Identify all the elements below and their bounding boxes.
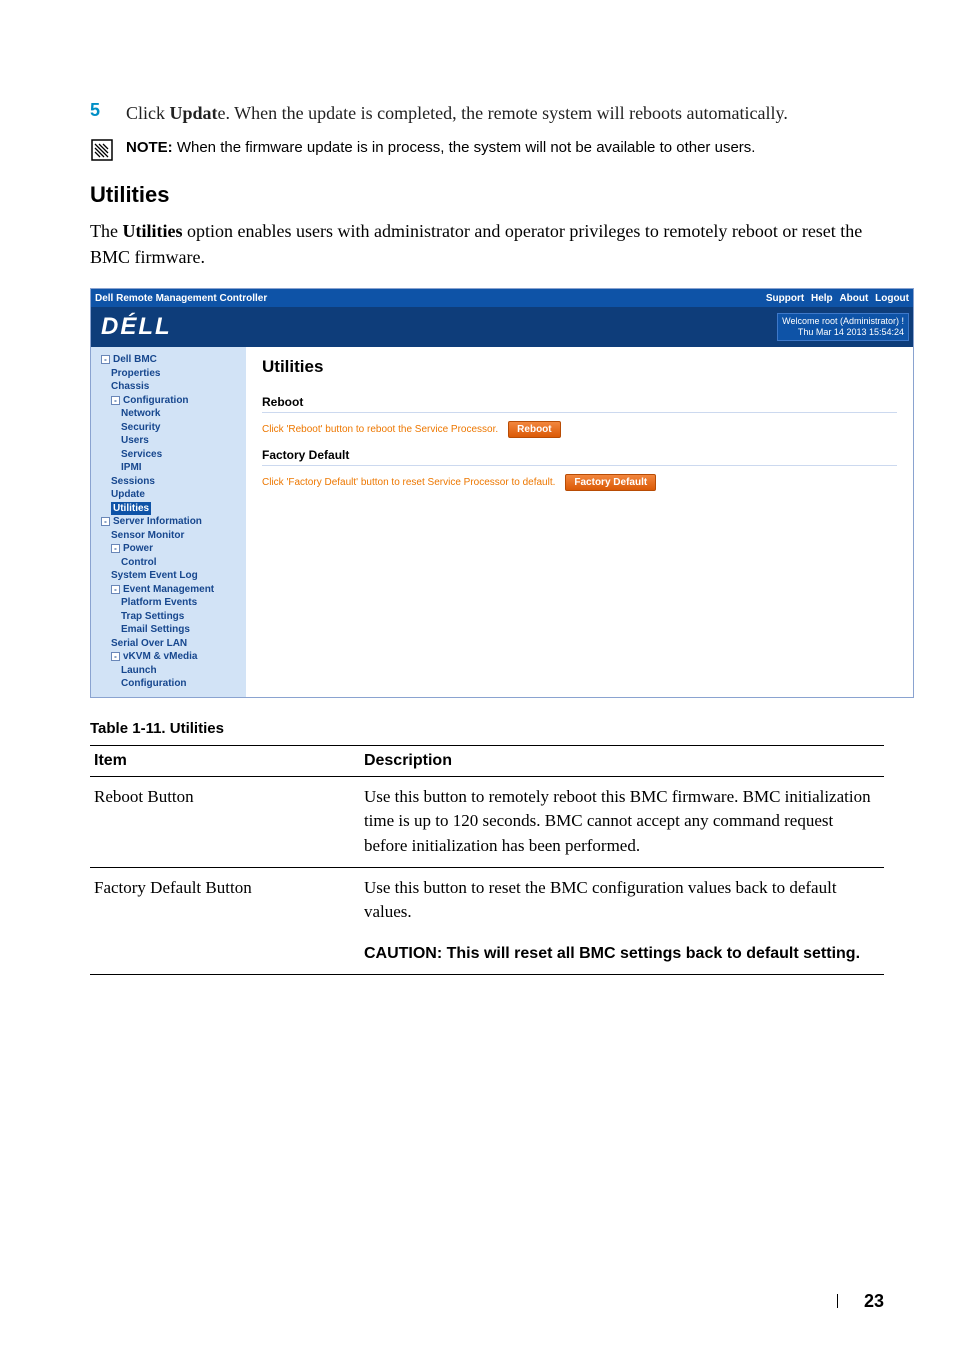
nav-event-mgmt[interactable]: -Event Management	[95, 583, 242, 597]
shot-main: Utilities Reboot Click 'Reboot' button t…	[246, 347, 913, 697]
step-text-bold: Updat	[170, 103, 218, 123]
embedded-screenshot: Dell Remote Management Controller Suppor…	[90, 288, 914, 698]
reboot-button[interactable]: Reboot	[508, 421, 560, 438]
utilities-heading: Utilities	[90, 182, 884, 208]
shot-topbar: Dell Remote Management Controller Suppor…	[91, 289, 913, 307]
link-about[interactable]: About	[839, 293, 868, 304]
nav-sys-event-log[interactable]: System Event Log	[95, 569, 242, 583]
nav-ipmi[interactable]: IPMI	[95, 461, 242, 475]
shot-main-title: Utilities	[262, 357, 897, 377]
link-support[interactable]: Support	[766, 293, 804, 304]
nav-server-info-label: Server Information	[113, 516, 202, 527]
step-text: Click Update. When the update is complet…	[126, 100, 788, 126]
utilities-paragraph: The Utilities option enables users with …	[90, 218, 884, 270]
factory-default-heading: Factory Default	[262, 448, 897, 466]
collapse-icon[interactable]: -	[101, 517, 110, 526]
table-caption: Table 1-11. Utilities	[90, 720, 884, 737]
page-bar-icon	[837, 1294, 838, 1308]
th-description: Description	[360, 745, 884, 776]
welcome-box: Welcome root (Administrator) ! Thu Mar 1…	[777, 313, 909, 341]
para-b: option enables users with administrator …	[90, 221, 862, 267]
welcome-line1: Welcome root (Administrator) !	[782, 316, 904, 327]
link-help[interactable]: Help	[811, 293, 833, 304]
shot-body: -Dell BMC Properties Chassis -Configurat…	[91, 347, 913, 697]
nav-event-mgmt-label: Event Management	[123, 584, 214, 595]
collapse-icon[interactable]: -	[111, 585, 120, 594]
nav-launch[interactable]: Launch	[95, 664, 242, 678]
collapse-icon[interactable]: -	[101, 355, 110, 364]
nav-vkvm[interactable]: -vKVM & vMedia	[95, 650, 242, 664]
table-header-row: Item Description	[90, 745, 884, 776]
step-text-a: Click	[126, 103, 170, 123]
para-a: The	[90, 221, 122, 241]
nav-email-settings[interactable]: Email Settings	[95, 623, 242, 637]
nav-power[interactable]: -Power	[95, 542, 242, 556]
nav-properties[interactable]: Properties	[95, 367, 242, 381]
nav-utilities[interactable]: Utilities	[95, 502, 242, 516]
page-number: 23	[837, 1291, 884, 1312]
table-row: Factory Default Button Use this button t…	[90, 867, 884, 933]
note-label: NOTE:	[126, 139, 173, 156]
note-body: NOTE: When the firmware update is in pro…	[126, 138, 755, 158]
nav-configuration[interactable]: -Configuration	[95, 394, 242, 408]
nav-security[interactable]: Security	[95, 421, 242, 435]
shot-nav: -Dell BMC Properties Chassis -Configurat…	[91, 347, 246, 697]
reboot-text: Click 'Reboot' button to reboot the Serv…	[262, 424, 498, 435]
factory-default-text: Click 'Factory Default' button to reset …	[262, 477, 555, 488]
nav-chassis[interactable]: Chassis	[95, 380, 242, 394]
nav-sensor-monitor[interactable]: Sensor Monitor	[95, 529, 242, 543]
cell-desc-1: Use this button to reset the BMC configu…	[360, 867, 884, 933]
note-text: When the firmware update is in process, …	[173, 139, 756, 156]
note-row: NOTE: When the firmware update is in pro…	[90, 138, 884, 162]
nav-services[interactable]: Services	[95, 448, 242, 462]
welcome-line2: Thu Mar 14 2013 15:54:24	[782, 327, 904, 338]
factory-default-button[interactable]: Factory Default	[565, 474, 656, 491]
dell-logo: DÉLL	[101, 313, 172, 341]
nav-power-label: Power	[123, 543, 153, 554]
factory-default-row: Click 'Factory Default' button to reset …	[262, 474, 897, 491]
nav-network[interactable]: Network	[95, 407, 242, 421]
nav-sessions[interactable]: Sessions	[95, 475, 242, 489]
nav-vkvm-label: vKVM & vMedia	[123, 651, 197, 662]
link-logout[interactable]: Logout	[875, 293, 909, 304]
shot-top-links: Support Help About Logout	[762, 293, 909, 304]
collapse-icon[interactable]: -	[111, 652, 120, 661]
collapse-icon[interactable]: -	[111, 396, 120, 405]
table-row: CAUTION: This will reset all BMC setting…	[90, 933, 884, 974]
collapse-icon[interactable]: -	[111, 544, 120, 553]
para-bold: Utilities	[122, 221, 182, 241]
cell-desc-0: Use this button to remotely reboot this …	[360, 776, 884, 867]
cell-caution: CAUTION: This will reset all BMC setting…	[360, 933, 884, 974]
nav-config2[interactable]: Configuration	[95, 677, 242, 691]
nav-users[interactable]: Users	[95, 434, 242, 448]
cell-item-1: Factory Default Button	[90, 867, 360, 933]
nav-control[interactable]: Control	[95, 556, 242, 570]
step-number: 5	[90, 100, 108, 126]
reboot-heading: Reboot	[262, 395, 897, 413]
utilities-table: Item Description Reboot Button Use this …	[90, 745, 884, 975]
table-row: Reboot Button Use this button to remotel…	[90, 776, 884, 867]
reboot-row: Click 'Reboot' button to reboot the Serv…	[262, 421, 897, 438]
nav-update[interactable]: Update	[95, 488, 242, 502]
caution-text: CAUTION: This will reset all BMC setting…	[364, 945, 860, 962]
nav-platform-events[interactable]: Platform Events	[95, 596, 242, 610]
nav-root-label: Dell BMC	[113, 354, 157, 365]
nav-server-info[interactable]: -Server Information	[95, 515, 242, 529]
cell-item-0: Reboot Button	[90, 776, 360, 867]
nav-trap-settings[interactable]: Trap Settings	[95, 610, 242, 624]
step-text-b: e. When the update is completed, the rem…	[218, 103, 788, 123]
nav-utilities-selected: Utilities	[111, 502, 151, 516]
nav-serial-over-lan[interactable]: Serial Over LAN	[95, 637, 242, 651]
nav-root[interactable]: -Dell BMC	[95, 353, 242, 367]
note-icon	[90, 138, 114, 162]
th-item: Item	[90, 745, 360, 776]
shot-title: Dell Remote Management Controller	[95, 293, 267, 304]
cell-empty	[90, 933, 360, 974]
shot-brandbar: DÉLL Welcome root (Administrator) ! Thu …	[91, 307, 913, 347]
page-number-value: 23	[864, 1291, 884, 1311]
nav-configuration-label: Configuration	[123, 395, 189, 406]
step-row: 5 Click Update. When the update is compl…	[90, 100, 884, 126]
